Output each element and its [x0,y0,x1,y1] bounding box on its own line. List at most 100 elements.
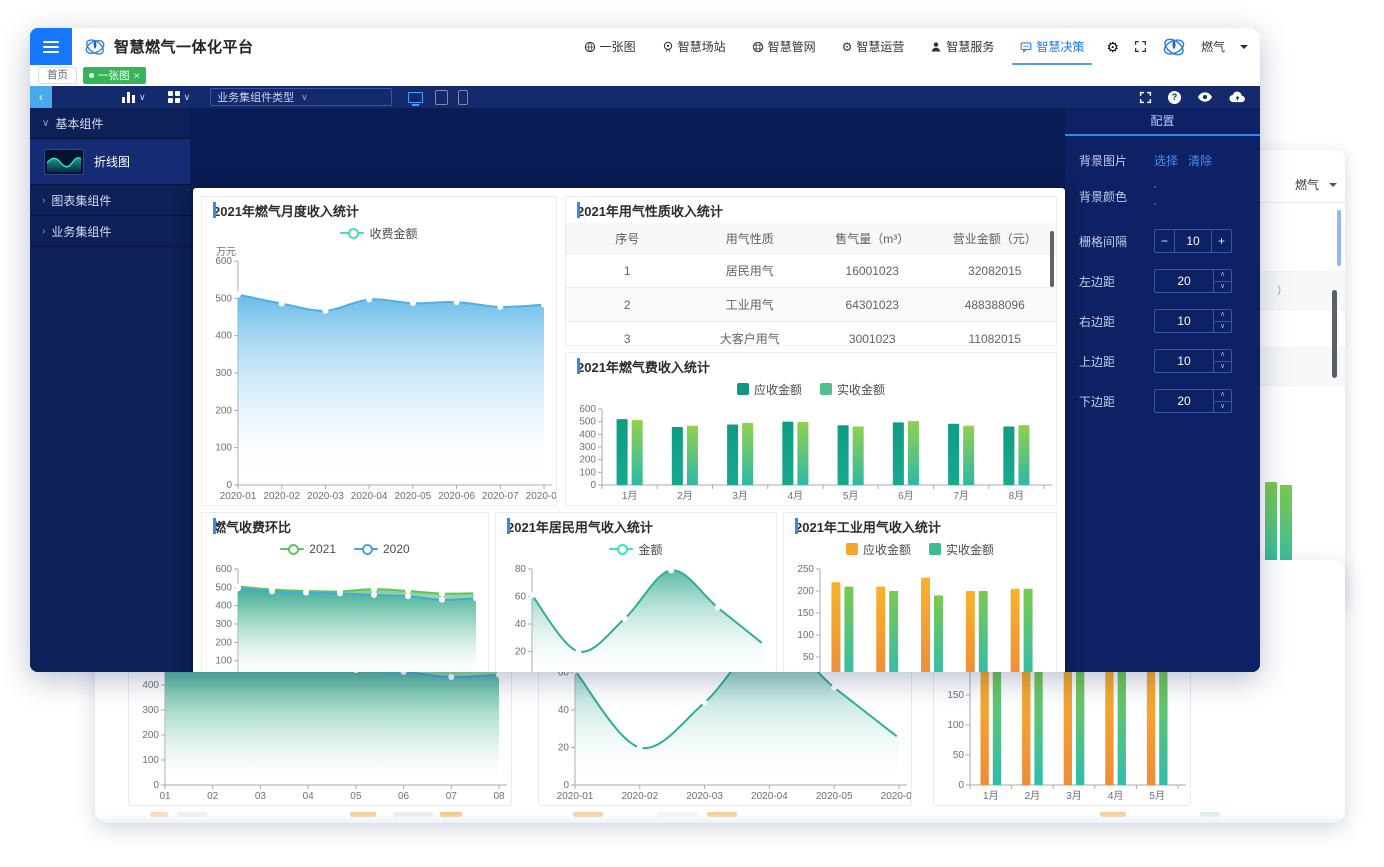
user-name[interactable]: 燃气 [1201,38,1225,55]
nav-item-gear[interactable]: ⚙智慧运营 [842,28,905,65]
sidebar-section-label: 业务集组件 [51,223,111,240]
user-avatar-logo[interactable] [1162,35,1186,59]
chevron-down-icon[interactable]: ∨ [184,92,191,103]
nav-item-globe[interactable]: 一张图 [584,28,636,65]
widget-grid-icon[interactable] [168,91,180,103]
table-cell: 3 [566,322,689,346]
svg-text:0: 0 [563,780,569,791]
chart-canvas: 01002003004005006001月2月3月4月5月6月7月8月 [566,399,1056,505]
table-scrollbar[interactable] [1050,231,1054,287]
desktop-view-icon[interactable] [408,92,423,103]
card-accent [577,202,580,218]
legend-item[interactable]: 金额 [609,541,662,558]
chevron-down-icon[interactable]: ∨ [139,92,146,103]
spinner-up-icon[interactable]: ∧ [1214,350,1231,362]
nav-item-user[interactable]: 智慧服务 [930,28,994,65]
tab-home[interactable]: 首页 [38,67,77,84]
collapse-sidebar-button[interactable]: ‹ [30,86,52,108]
legend-item[interactable]: 收费金额 [340,225,417,242]
svg-text:300: 300 [215,368,232,379]
svg-text:03: 03 [255,791,267,802]
chart-canvas: 0204060802020-012020-022020-032020-04202… [496,559,776,672]
spinner-up-icon[interactable]: ∧ [1214,310,1231,322]
fullscreen-icon[interactable] [1134,40,1147,53]
sidebar-section-基本组件[interactable]: ∨基本组件 [30,108,190,139]
nav-item-chat[interactable]: 智慧决策 [1020,28,1084,65]
spinner-down-icon[interactable]: ∨ [1214,322,1231,333]
config-label: 左边距 [1079,273,1154,290]
svg-text:150: 150 [947,690,964,701]
nav-item-net[interactable]: 智慧管网 [752,28,816,65]
margin-input[interactable]: 10∧∨ [1154,309,1232,333]
bg-right-user-name: 燃气 [1295,176,1319,193]
bg-image-clear-link[interactable]: 清除 [1188,152,1212,169]
gas-nature-table-wrap: 序号用气性质售气量（m³）营业金额（元）1居民用气160010233208201… [566,223,1056,345]
svg-text:200: 200 [797,586,814,597]
legend-item[interactable]: 应收金额 [737,381,802,398]
nav-item-station[interactable]: 智慧场站 [662,28,726,65]
svg-text:50: 50 [953,750,965,761]
chart-type-icon[interactable] [122,92,135,103]
nav-item-label: 智慧决策 [1036,38,1084,55]
tablet-view-icon[interactable] [435,90,448,105]
legend-item[interactable]: 实收金额 [929,541,994,558]
sidebar-section-图表集组件[interactable]: ›图表集组件 [30,185,190,216]
chart-legend: 收费金额 [202,223,556,243]
card-accent [795,518,798,534]
legend-item[interactable]: 2020 [354,542,410,556]
bg-color-swatch[interactable] [1154,186,1156,205]
table-header: 序号 [566,223,689,254]
tab-close-icon[interactable]: × [134,70,140,82]
table-cell: 2 [566,288,689,322]
preview-eye-icon[interactable] [1197,91,1213,103]
globe-icon [584,41,596,53]
svg-text:200: 200 [142,730,159,741]
svg-text:1月: 1月 [622,490,638,502]
margin-input[interactable]: 20∧∨ [1154,269,1232,293]
card-title: 燃气收费环比 [213,517,291,536]
svg-text:2020-01: 2020-01 [220,491,257,502]
config-bg-color-row: 背景颜色 [1079,187,1246,205]
spinner-up-icon[interactable]: ∧ [1214,390,1231,402]
margin-input[interactable]: 10∧∨ [1154,349,1232,373]
grid-gap-minus-button[interactable]: − [1155,234,1174,248]
monthly-income-card: 2021年燃气月度收入统计 收费金额0100200300400500600万元2… [201,196,557,506]
config-panel: 配置 背景图片 选择 清除 背景颜色 栅格间隔 − 10 [1065,108,1260,672]
component-type-select[interactable]: 业务集组件类型 ∨ [210,88,392,106]
tab-active[interactable]: 一张图 × [83,67,146,84]
svg-text:6月: 6月 [898,490,914,502]
cloud-save-icon[interactable] [1229,91,1246,103]
fullscreen-icon[interactable] [1139,91,1152,104]
spinner-up-icon[interactable]: ∧ [1214,270,1231,282]
hamburger-menu-button[interactable] [30,28,72,65]
sidebar-section-业务集组件[interactable]: ›业务集组件 [30,216,190,247]
legend-marker-icon [354,548,378,550]
grid-gap-plus-button[interactable]: + [1212,234,1231,248]
svg-text:200: 200 [579,455,596,466]
margin-input[interactable]: 20∧∨ [1154,389,1232,413]
svg-text:4月: 4月 [1108,790,1124,802]
card-accent [213,202,216,218]
user-dropdown-caret-icon[interactable] [1240,45,1248,53]
settings-gear-icon[interactable]: ⚙ [1106,40,1119,54]
spinner-down-icon[interactable]: ∨ [1214,402,1231,413]
svg-text:200: 200 [215,637,232,648]
sidebar-item-line-chart[interactable]: 折线图 [30,139,190,185]
grid-gap-value[interactable]: 10 [1174,230,1212,252]
editor-content: ∨基本组件折线图›图表集组件›业务集组件 配置 背景图片 选择 清除 背景颜色 … [30,108,1260,672]
spinner-down-icon[interactable]: ∨ [1214,362,1231,373]
phone-view-icon[interactable] [458,90,468,105]
legend-item[interactable]: 2021 [280,542,336,556]
spinner-down-icon[interactable]: ∨ [1214,282,1231,293]
svg-text:150: 150 [797,608,814,619]
svg-text:100: 100 [947,720,964,731]
legend-item[interactable]: 实收金额 [820,381,885,398]
svg-text:400: 400 [142,680,159,691]
bg-image-choose-link[interactable]: 选择 [1154,152,1178,169]
margin-value: 20 [1155,390,1213,412]
legend-item[interactable]: 应收金额 [846,541,911,558]
config-label: 背景图片 [1079,152,1154,169]
bg-right-scrollbar[interactable] [1332,290,1337,378]
help-icon[interactable]: ? [1168,91,1181,104]
chevron-down-icon [1329,183,1337,191]
